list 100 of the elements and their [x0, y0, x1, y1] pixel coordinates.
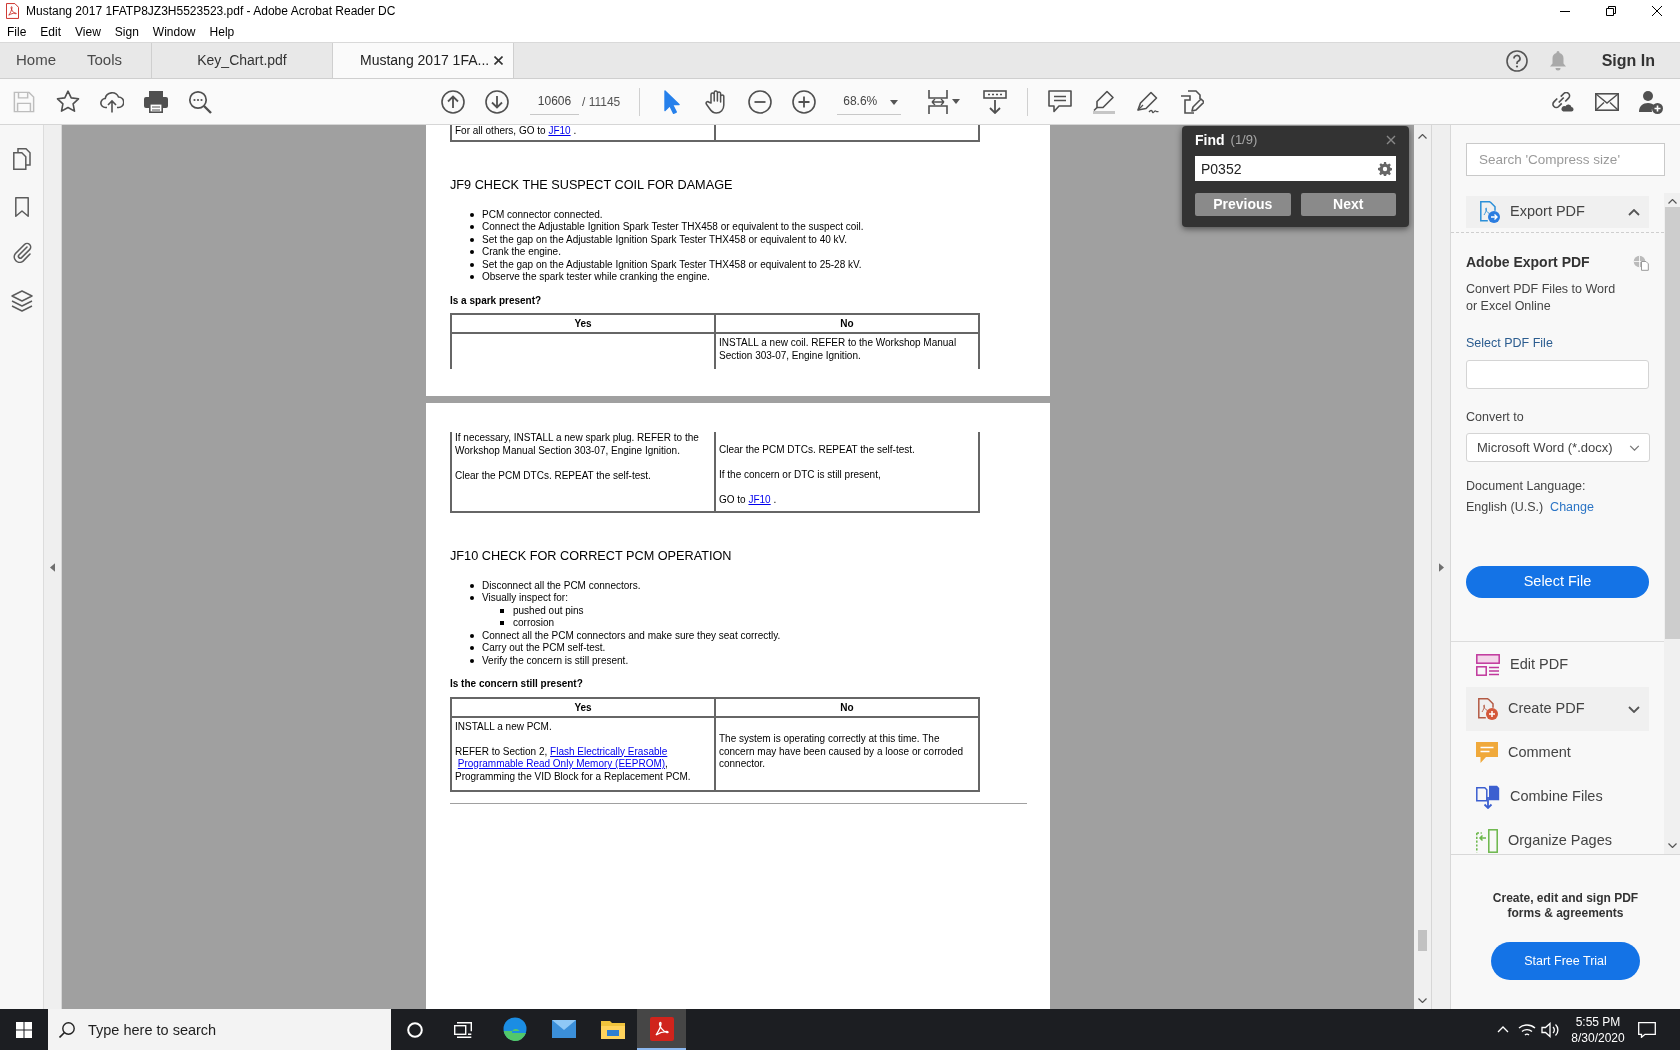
hand-icon[interactable] — [705, 89, 728, 114]
list-item: Disconnect all the PCM connectors. — [482, 579, 641, 592]
zoom-out-icon[interactable] — [748, 89, 773, 114]
select-file-button[interactable]: Select File — [1466, 566, 1649, 598]
sign-in-button[interactable]: Sign In — [1601, 48, 1655, 73]
notification-icon[interactable] — [1638, 1021, 1656, 1038]
pen-icon[interactable] — [1136, 89, 1161, 114]
pdf-file-icon — [6, 3, 19, 19]
menu-item[interactable]: Edit — [40, 23, 62, 41]
comment-icon[interactable] — [1048, 90, 1073, 113]
cloud-upload-icon[interactable] — [100, 90, 124, 113]
network-icon[interactable] — [1518, 1022, 1536, 1037]
arrow-up-circle-icon[interactable] — [441, 89, 465, 114]
list-item: pushed out pins — [513, 604, 584, 617]
cell-text: GO to JF10 . — [719, 494, 778, 507]
bullet-icon — [470, 262, 474, 267]
close-icon[interactable] — [494, 56, 503, 65]
field-label: Select PDF File — [1466, 335, 1553, 352]
triangle-right-icon[interactable] — [1438, 562, 1444, 572]
mail-icon — [551, 1019, 576, 1038]
scrollbar-thumb[interactable] — [1418, 930, 1427, 951]
tool-header[interactable]: Export PDF — [1466, 196, 1649, 228]
clock-date[interactable]: 8/30/2020 — [1571, 1029, 1625, 1046]
star-icon[interactable] — [56, 89, 80, 114]
task-view-icon[interactable] — [454, 1021, 472, 1038]
help-icon[interactable] — [1505, 49, 1528, 72]
clock-time[interactable]: 5:55 PM — [1575, 1013, 1621, 1030]
search-field[interactable]: Type here to search — [48, 1009, 391, 1050]
nav-tab[interactable]: Home — [16, 49, 56, 72]
link[interactable]: JF10 — [548, 125, 571, 138]
organize-pages-icon — [1476, 829, 1498, 853]
zoom-in-icon[interactable] — [792, 89, 817, 114]
highlighter-icon[interactable] — [1092, 89, 1117, 114]
add-person-icon[interactable] — [1639, 89, 1663, 114]
page-number-field[interactable]: 10606 — [530, 88, 579, 115]
settings-icon[interactable] — [1378, 161, 1392, 176]
minimize-icon[interactable] — [1560, 10, 1570, 12]
menu-item[interactable]: Sign — [114, 23, 139, 41]
close-icon[interactable] — [1652, 6, 1662, 16]
match-count: (1/9) — [1230, 131, 1258, 150]
arrow-down-circle-icon[interactable] — [485, 89, 509, 114]
chevron-up-icon[interactable] — [1667, 199, 1677, 204]
online-document-icon — [1633, 254, 1649, 271]
file-field[interactable] — [1466, 360, 1649, 389]
search-field[interactable]: Search 'Compress size' — [1466, 143, 1665, 176]
tool-item[interactable]: Combine Files — [1451, 775, 1664, 819]
list-item: Connect the Adjustable Ignition Spark Tester THX458 or equivalent to the suspect coil. — [482, 221, 864, 234]
scroll-mode-icon[interactable] — [983, 89, 1008, 114]
chevron-up-icon[interactable] — [1628, 208, 1640, 216]
cell-text: INSTALL a new PCM. — [455, 720, 553, 733]
link[interactable]: Flash Electrically Erasable — [550, 745, 668, 758]
link[interactable]: JF10 — [748, 494, 771, 507]
tool-item[interactable]: Organize Pages — [1451, 819, 1664, 854]
menu-item[interactable]: Window — [152, 23, 196, 41]
chevron-down-icon[interactable] — [1667, 843, 1677, 848]
search-icon[interactable] — [188, 89, 212, 114]
menu-item[interactable]: Help — [209, 23, 235, 41]
zoom-field[interactable]: 68.6% — [837, 88, 902, 115]
promo-text: Create, edit and sign PDF forms & agreements — [1491, 891, 1640, 921]
pages-icon[interactable] — [12, 148, 31, 170]
chevron-up-icon[interactable] — [1418, 134, 1427, 139]
format-dropdown[interactable]: Microsoft Word (*.docx) — [1466, 433, 1650, 462]
chevron-down-icon[interactable] — [1628, 705, 1640, 713]
section-title: Adobe Export PDF — [1466, 253, 1590, 272]
paperclip-icon[interactable] — [11, 241, 32, 263]
field-label: Convert to — [1466, 409, 1524, 426]
mail-icon[interactable] — [1595, 92, 1619, 111]
tool-item[interactable]: Create PDF — [1466, 687, 1649, 731]
bullet-icon — [470, 596, 474, 601]
section-heading: JF9 CHECK THE SUSPECT COIL FOR DAMAGE — [450, 176, 733, 193]
menu-item[interactable]: File — [7, 23, 27, 41]
folder-icon — [600, 1018, 625, 1039]
cell-text: Clear the PCM DTCs. REPEAT the self-test. — [719, 444, 916, 457]
column-header: Yes — [452, 315, 716, 332]
menu-item[interactable]: View — [75, 23, 101, 41]
edit-document-icon[interactable] — [1180, 89, 1205, 114]
restore-icon[interactable] — [1606, 6, 1616, 16]
circle-icon[interactable] — [407, 1021, 423, 1038]
chevron-down-icon[interactable] — [1418, 998, 1427, 1003]
windows-icon[interactable] — [16, 1021, 32, 1038]
print-icon[interactable] — [144, 90, 168, 113]
scrollbar-thumb[interactable] — [1664, 207, 1680, 639]
layers-icon[interactable] — [10, 290, 33, 312]
nav-tab[interactable]: Tools — [87, 49, 123, 72]
tool-item[interactable]: Comment — [1451, 731, 1664, 775]
change-link[interactable]: Change — [1550, 499, 1594, 516]
triangle-left-icon[interactable] — [50, 562, 55, 572]
caret-icon[interactable] — [952, 99, 961, 104]
document-tab[interactable]: Mustang 2017 1FA... — [332, 43, 513, 78]
speaker-icon[interactable] — [1541, 1021, 1559, 1038]
bookmark-icon[interactable] — [14, 197, 29, 217]
link-icon[interactable] — [1552, 91, 1574, 112]
tool-item[interactable]: Edit PDF — [1451, 643, 1664, 687]
fit-page-icon[interactable] — [927, 89, 950, 114]
list-item: Carry out the PCM self-test. — [482, 642, 606, 655]
field-label: Document Language: — [1466, 478, 1586, 495]
cursor-icon[interactable] — [664, 89, 681, 114]
start-trial-button[interactable]: Start Free Trial — [1491, 942, 1640, 980]
find-field[interactable]: P0352 — [1195, 156, 1396, 181]
caret-icon[interactable] — [890, 99, 899, 105]
